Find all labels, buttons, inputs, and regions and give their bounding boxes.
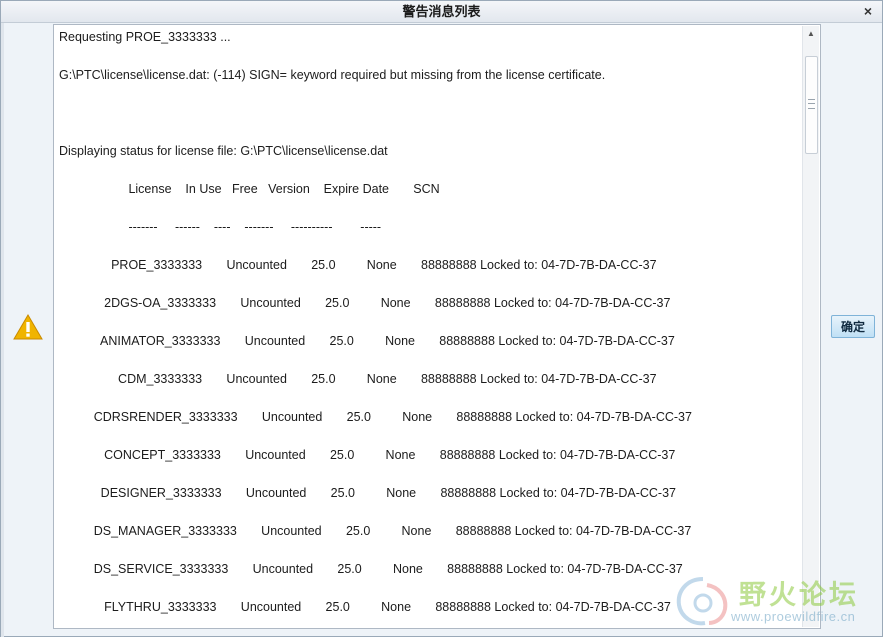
message-line: [59, 47, 801, 66]
message-line: DS_MANAGER_3333333 Uncounted 25.0 None 8…: [59, 524, 692, 538]
vertical-scrollbar[interactable]: ▲: [802, 26, 819, 627]
message-list-box[interactable]: Requesting PROE_3333333 ... G:\PTC\licen…: [53, 24, 821, 629]
message-line: DESIGNER_3333333 Uncounted 25.0 None 888…: [59, 486, 676, 500]
message-line: CDRSRENDER_3333333 Uncounted 25.0 None 8…: [59, 410, 692, 424]
message-line: [59, 199, 801, 218]
scroll-thumb[interactable]: [805, 56, 818, 154]
message-line: [59, 275, 801, 294]
warning-message-dialog: 警告消息列表 × Requesting PROE_3333333 ... G:\…: [0, 0, 883, 637]
grip-icon: [808, 99, 815, 109]
close-icon[interactable]: ×: [860, 1, 876, 22]
message-line: [59, 104, 801, 123]
message-line: ------- ------ ---- ------- ---------- -…: [59, 220, 382, 234]
message-line: [59, 313, 801, 332]
message-line: [59, 161, 801, 180]
message-line: [59, 503, 801, 522]
message-line: [59, 579, 801, 598]
message-line: [59, 237, 801, 256]
message-line: [59, 541, 801, 560]
message-line: [59, 85, 801, 104]
warning-triangle-icon: [13, 314, 43, 340]
message-line: G:\PTC\license\license.dat: (-114) SIGN=…: [59, 68, 606, 82]
title-bar: 警告消息列表 ×: [1, 1, 882, 23]
message-line: 2DGS-OA_3333333 Uncounted 25.0 None 8888…: [59, 296, 671, 310]
message-line: [59, 389, 801, 408]
message-line: Displaying status for license file: G:\P…: [59, 144, 388, 158]
left-edge-strip: [1, 23, 4, 637]
message-text-area: Requesting PROE_3333333 ... G:\PTC\licen…: [59, 28, 801, 628]
dialog-title: 警告消息列表: [402, 4, 481, 19]
message-line: [59, 351, 801, 370]
message-line: CONCEPT_3333333 Uncounted 25.0 None 8888…: [59, 448, 676, 462]
message-line: DS_SERVICE_3333333 Uncounted 25.0 None 8…: [59, 562, 683, 576]
message-line: CDM_3333333 Uncounted 25.0 None 88888888…: [59, 372, 657, 386]
message-line: [59, 427, 801, 446]
message-line: FLYTHRU_3333333 Uncounted 25.0 None 8888…: [59, 600, 671, 614]
message-line: License In Use Free Version Expire Date …: [59, 182, 440, 196]
message-line: PROE_3333333 Uncounted 25.0 None 8888888…: [59, 258, 657, 272]
message-line: [59, 123, 801, 142]
message-line: [59, 465, 801, 484]
ok-button[interactable]: 确定: [831, 315, 875, 338]
scroll-up-arrow-icon[interactable]: ▲: [803, 26, 819, 42]
message-line: ANIMATOR_3333333 Uncounted 25.0 None 888…: [59, 334, 675, 348]
message-line: Requesting PROE_3333333 ...: [59, 30, 231, 44]
